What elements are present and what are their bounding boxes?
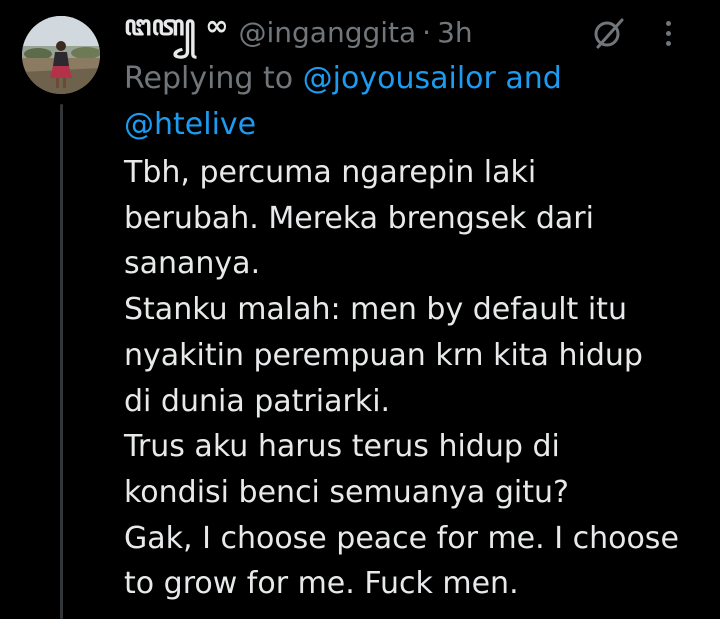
replying-to: Replying to @joyousailor and @htelive [124, 56, 684, 148]
author-display-name[interactable]: ꦔꦠ꧀ ∞ [124, 4, 228, 61]
author-avatar[interactable] [22, 16, 100, 94]
tweet-text-line: berubah. Mereka brengsek dari [124, 200, 594, 236]
tweet-text-line: Trus aku harus terus hidup di [124, 429, 560, 465]
more-options-icon[interactable] [662, 14, 674, 52]
tweet-text-line: Tbh, percuma ngarepin laki [124, 155, 537, 190]
tweet[interactable]: ꦔꦠ꧀ ∞ @inganggita · 3h Replying to @joyo… [0, 0, 720, 619]
mention-link-joyousailor[interactable]: @joyousailor [303, 61, 496, 96]
tweet-text-line: di dunia patriarki. [124, 383, 391, 419]
replying-joiner: and [495, 61, 562, 96]
tweet-text-line: kondisi benci semuanya gitu? [124, 474, 569, 510]
tweet-header-actions [590, 14, 674, 52]
tweet-text: Tbh, percuma ngarepin laki berubah. Mere… [124, 150, 714, 607]
tweet-text-line: sananya. [124, 246, 261, 282]
author-handle[interactable]: @inganggita [238, 16, 416, 49]
tweet-text-line: to grow for me. Fuck men. [124, 566, 519, 602]
mention-link-htelive[interactable]: @htelive [124, 107, 256, 142]
tweet-text-line: nyakitin perempuan krn kita hidup [124, 337, 643, 373]
user-avatar-photo-icon [22, 16, 100, 94]
tweet-header: ꦔꦠ꧀ ∞ @inganggita · 3h [124, 9, 473, 54]
thread-connector-line [60, 104, 63, 619]
replying-prefix: Replying to [124, 61, 303, 96]
tweet-text-line: Gak, I choose peace for me. I choose [124, 520, 679, 556]
tweet-text-line: Stanku malah: men by default itu [124, 292, 627, 328]
tweet-timestamp[interactable]: 3h [437, 16, 473, 49]
meta-separator: · [422, 15, 432, 49]
grok-icon[interactable] [590, 14, 628, 52]
